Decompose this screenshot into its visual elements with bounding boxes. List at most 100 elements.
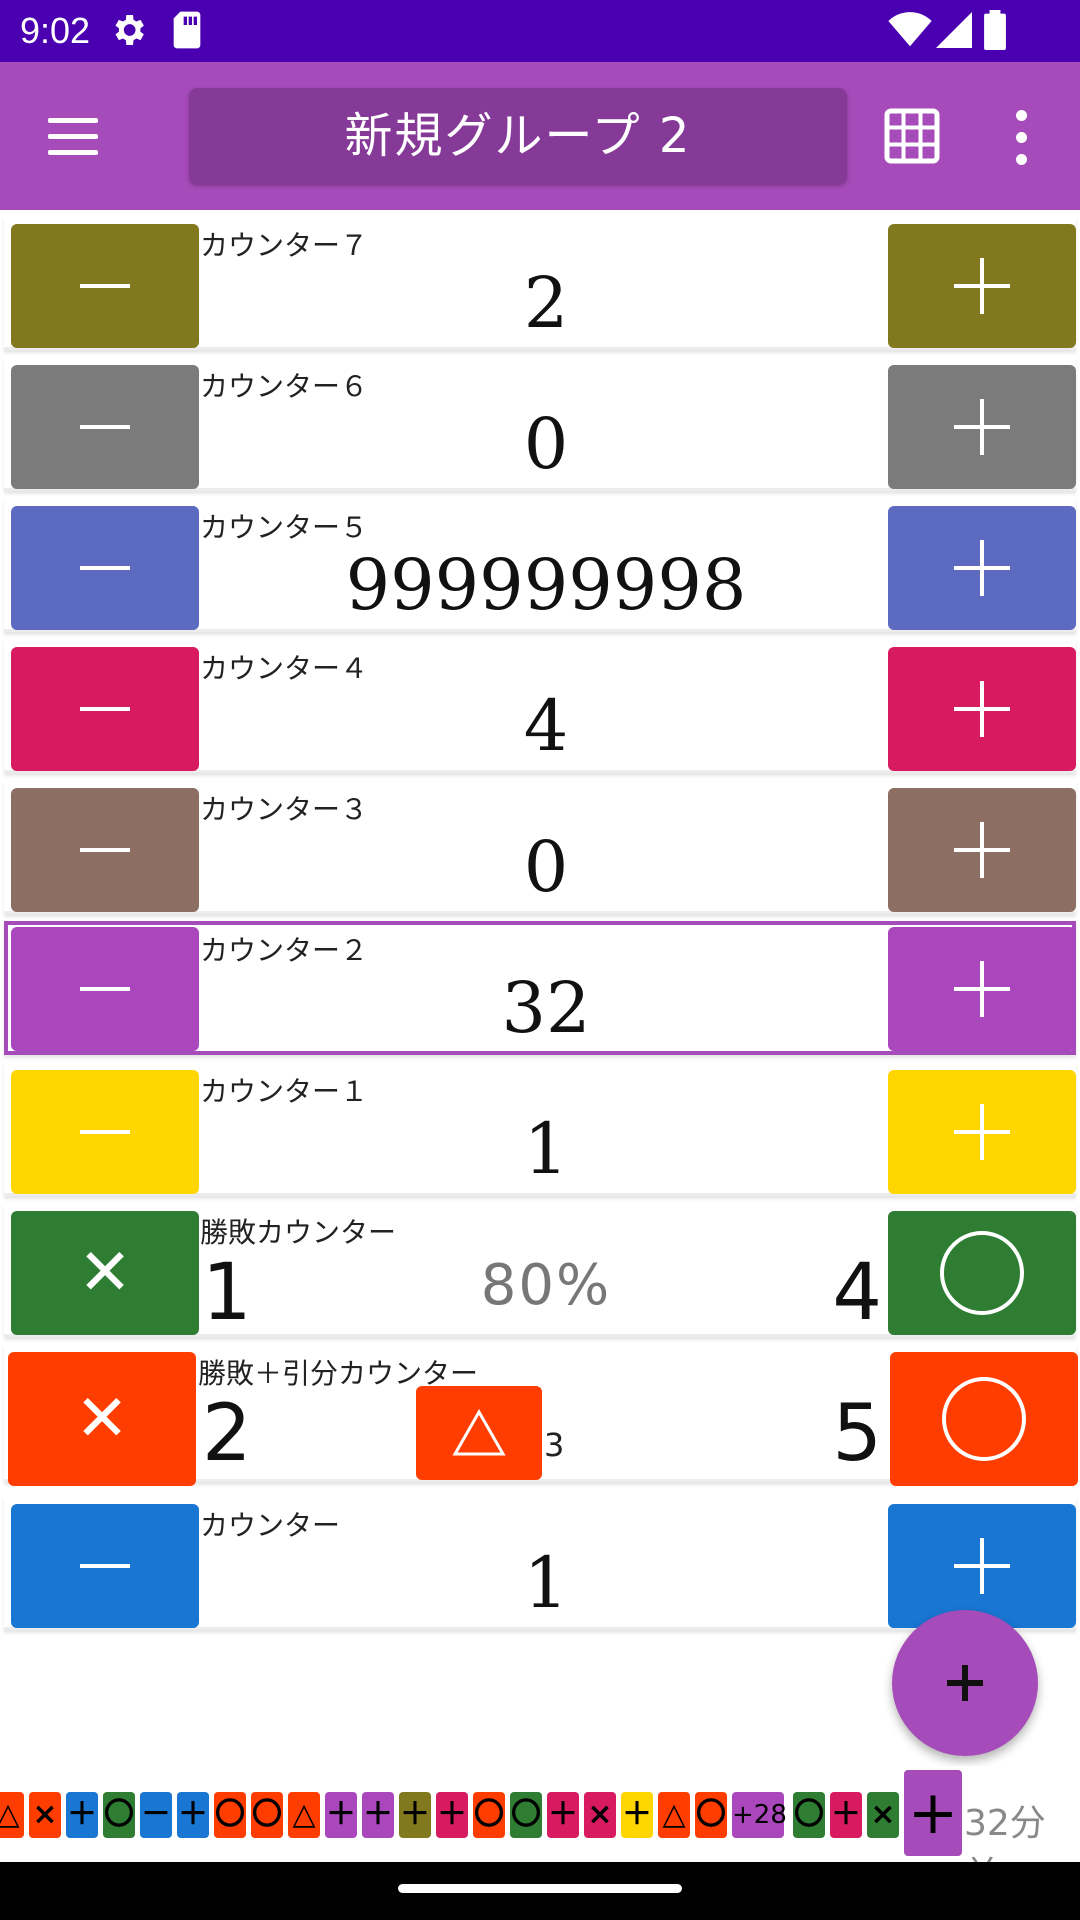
status-time: 9:02 [20, 10, 91, 51]
more-vert-icon[interactable] [1000, 102, 1044, 172]
loss-button[interactable]: ✕ [11, 1211, 199, 1335]
win-loss-label: 勝敗カウンター [200, 1216, 397, 1249]
history-item: 〇 [214, 1792, 246, 1838]
win-loss-draw-row: ✕ 勝敗＋引分カウンター 2 3 5 [4, 1344, 1078, 1486]
minus-icon [80, 1130, 130, 1134]
plus-icon [954, 540, 1010, 596]
counter-value[interactable]: 2 [200, 258, 892, 348]
plus-icon [947, 1665, 983, 1701]
increment-button[interactable] [888, 788, 1076, 912]
counter-row: カウンター４ 4 [4, 639, 1076, 773]
status-bar: 9:02 [0, 0, 1080, 62]
draw-count: 3 [544, 1426, 565, 1464]
group-title[interactable]: 新規グループ 2 [189, 88, 847, 184]
battery-icon [984, 10, 1006, 50]
cross-icon: ✕ [78, 1236, 132, 1310]
decrement-button[interactable] [11, 506, 199, 630]
draw-button[interactable] [416, 1386, 542, 1480]
history-item: × [584, 1792, 616, 1838]
menu-icon[interactable] [34, 106, 110, 166]
plus-icon [954, 1538, 1010, 1594]
win-loss-row: ✕ 勝敗カウンター 1 80% 4 [4, 1203, 1076, 1338]
triangle-icon [452, 1408, 506, 1456]
increment-button[interactable] [888, 365, 1076, 489]
counter-value[interactable]: 1 [200, 1538, 892, 1628]
history-item: × [867, 1792, 899, 1838]
plus-icon [954, 399, 1010, 455]
cross-icon: ✕ [75, 1382, 129, 1456]
sd-card-icon [173, 11, 201, 49]
plus-icon [954, 258, 1010, 314]
minus-icon [80, 987, 130, 991]
counter-value[interactable]: 0 [200, 399, 892, 489]
history-item: 〇 [103, 1792, 135, 1838]
app-bar: 新規グループ 2 [0, 62, 1080, 210]
counter-row: カウンター７ 2 [4, 216, 1076, 350]
history-item: ＋ [325, 1792, 357, 1838]
win-button[interactable] [890, 1352, 1078, 1486]
add-counter-fab[interactable] [892, 1610, 1038, 1756]
counter-value[interactable]: 1 [200, 1104, 892, 1194]
history-item: ＋ [830, 1792, 862, 1838]
counter-value[interactable]: 32 [200, 963, 892, 1053]
increment-button[interactable] [888, 927, 1076, 1051]
history-item: × [29, 1792, 61, 1838]
plus-icon [954, 1104, 1010, 1160]
history-item: ＋ [177, 1792, 209, 1838]
minus-icon [80, 425, 130, 429]
minus-icon [80, 566, 130, 570]
win-count: 4 [832, 1248, 882, 1338]
history-item: ＋ [621, 1792, 653, 1838]
decrement-button[interactable] [11, 365, 199, 489]
decrement-button[interactable] [11, 788, 199, 912]
history-item: △ [658, 1792, 690, 1838]
history-item: 〇 [793, 1792, 825, 1838]
history-item: △ [0, 1792, 24, 1838]
history-item: ＋ [547, 1792, 579, 1838]
history-item: ＋ [399, 1792, 431, 1838]
history-item: +28 [732, 1792, 787, 1838]
increment-button[interactable] [888, 506, 1076, 630]
counter-value[interactable]: 4 [200, 681, 892, 771]
win-button[interactable] [888, 1211, 1076, 1335]
plus-icon [954, 681, 1010, 737]
increment-button[interactable] [888, 647, 1076, 771]
win-count: 5 [832, 1389, 882, 1479]
increment-button[interactable] [888, 1070, 1076, 1194]
increment-button[interactable] [888, 224, 1076, 348]
history-item: ＋ [66, 1792, 98, 1838]
history-item: ＋ [362, 1792, 394, 1838]
circle-icon [942, 1377, 1026, 1461]
history-item: 〇 [251, 1792, 283, 1838]
counter-row: カウンター１ 1 [4, 1062, 1076, 1196]
history-item: 〇 [473, 1792, 505, 1838]
increment-button[interactable] [888, 1504, 1076, 1628]
counter-row: カウンター６ 0 [4, 357, 1076, 491]
decrement-button[interactable] [11, 1070, 199, 1194]
decrement-button[interactable] [11, 1504, 199, 1628]
signal-icon [936, 12, 972, 48]
history-add-button[interactable]: + [904, 1770, 962, 1856]
minus-icon [80, 284, 130, 288]
decrement-button[interactable] [11, 224, 199, 348]
counter-row: カウンター 1 [4, 1496, 1076, 1630]
counter-row: カウンター３ 0 [4, 780, 1076, 914]
grid-view-icon[interactable] [884, 108, 940, 164]
home-handle[interactable] [398, 1884, 682, 1893]
history-item: △ [288, 1792, 320, 1838]
history-item: 〇 [695, 1792, 727, 1838]
plus-icon [954, 961, 1010, 1017]
history-item: － [140, 1792, 172, 1838]
counter-row-selected: カウンター２ 32 [4, 921, 1076, 1055]
plus-icon [954, 822, 1010, 878]
decrement-button[interactable] [11, 647, 199, 771]
decrement-button[interactable] [11, 927, 199, 1051]
loss-button[interactable]: ✕ [8, 1352, 196, 1486]
history-item: 〇 [510, 1792, 542, 1838]
history-strip[interactable]: ×＋〇+28〇△＋×＋〇〇＋＋＋＋△〇〇＋－〇＋×△ + 32分前 [0, 1766, 1080, 1896]
wifi-icon [888, 12, 932, 47]
history-item: ＋ [436, 1792, 468, 1838]
counter-value[interactable]: 0 [200, 822, 892, 912]
counter-value[interactable]: 999999998 [200, 540, 892, 630]
loss-count: 2 [202, 1389, 252, 1479]
